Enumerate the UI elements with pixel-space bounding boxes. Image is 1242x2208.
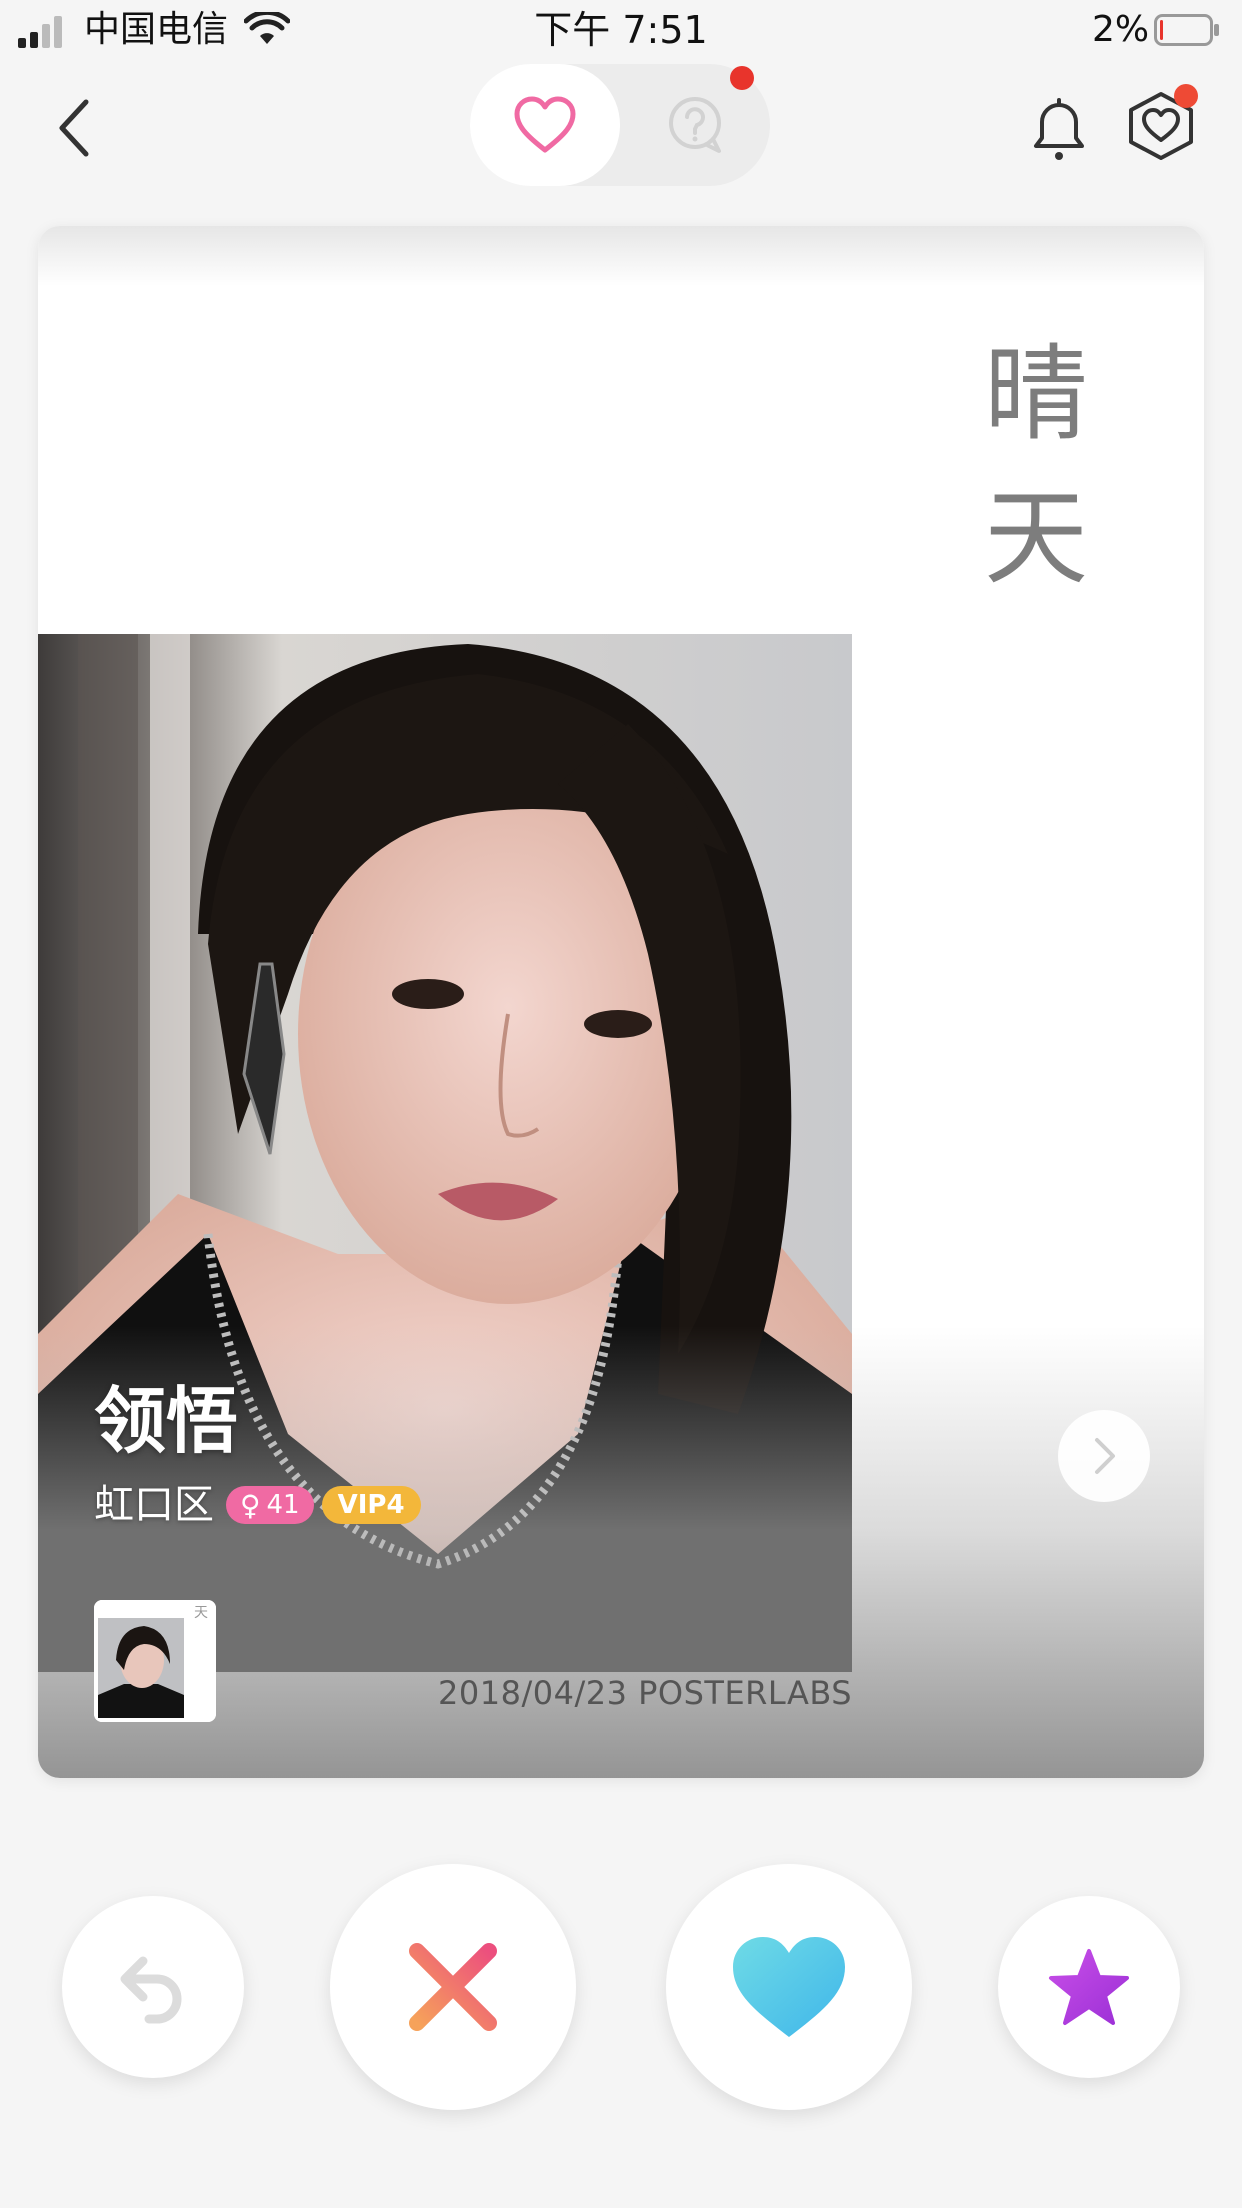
question-bubble-icon bbox=[669, 97, 721, 153]
poster-title-char: 晴 bbox=[983, 333, 1088, 455]
next-photo-button[interactable] bbox=[1058, 1410, 1150, 1502]
bell-icon[interactable] bbox=[1026, 92, 1092, 164]
super-like-button[interactable] bbox=[998, 1896, 1180, 2078]
female-icon: ♀ bbox=[240, 1488, 261, 1522]
card-top-shade bbox=[38, 226, 1204, 286]
age-badge: ♀ 41 bbox=[226, 1486, 314, 1524]
questions-notification-dot bbox=[730, 66, 754, 90]
chevron-right-icon bbox=[1095, 1438, 1115, 1474]
tab-likes[interactable] bbox=[470, 64, 620, 186]
clock: 下午 7:51 bbox=[534, 8, 708, 52]
back-button[interactable] bbox=[48, 96, 104, 160]
heart-filled-icon bbox=[733, 1937, 845, 2037]
like-button[interactable] bbox=[666, 1864, 912, 2110]
undo-icon bbox=[120, 1956, 182, 2024]
thumbnail-corner-text: 天 bbox=[194, 1605, 208, 1621]
profile-district: 虹口区 bbox=[94, 1482, 214, 1528]
age-value: 41 bbox=[266, 1490, 300, 1520]
poster-title-char: 天 bbox=[983, 477, 1088, 599]
profile-card[interactable]: 晴 天 领悟 虹口区 ♀ 41 VIP4 天 2018/04/23 POSTER… bbox=[38, 226, 1204, 1778]
photo-thumbnail[interactable]: 天 bbox=[94, 1600, 216, 1722]
profile-info-row: 虹口区 ♀ 41 VIP4 bbox=[94, 1482, 421, 1528]
vip-notification-dot bbox=[1174, 84, 1198, 108]
dislike-button[interactable] bbox=[330, 1864, 576, 2110]
undo-button[interactable] bbox=[62, 1896, 244, 2078]
photo-watermark: 2018/04/23 POSTERLABS bbox=[438, 1674, 853, 1712]
vip-badge: VIP4 bbox=[321, 1486, 421, 1524]
poster-title: 晴 天 bbox=[976, 322, 1096, 610]
profile-name: 领悟 bbox=[94, 1379, 239, 1463]
battery-icon bbox=[1154, 14, 1219, 46]
battery-percent: 2% bbox=[1092, 9, 1150, 50]
star-icon bbox=[1049, 1949, 1129, 2025]
status-bar: 中国电信 下午 7:51 2% bbox=[0, 0, 1242, 62]
x-icon bbox=[409, 1943, 497, 2031]
heart-outline-icon bbox=[514, 96, 576, 153]
mode-switcher bbox=[470, 64, 770, 186]
